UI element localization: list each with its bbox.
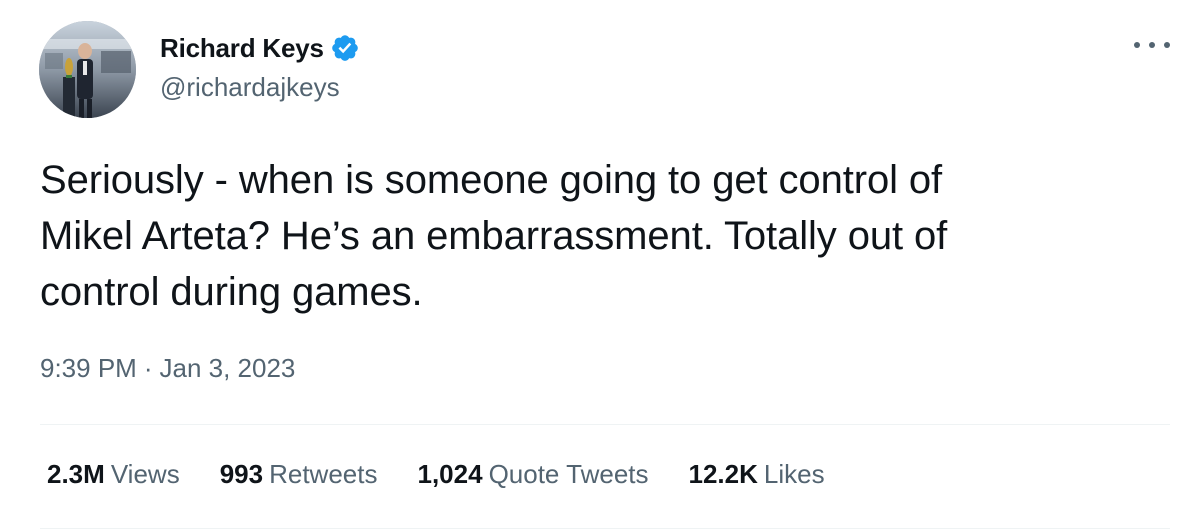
views-stat[interactable]: 2.3M Views [47, 459, 180, 490]
tweet-date[interactable]: Jan 3, 2023 [160, 353, 296, 384]
more-dot [1149, 42, 1155, 48]
likes-stat[interactable]: 12.2K Likes [689, 459, 825, 490]
tweet-time[interactable]: 9:39 PM [40, 353, 137, 384]
author-display-name[interactable]: Richard Keys [160, 33, 324, 64]
divider [40, 528, 1170, 529]
retweets-stat[interactable]: 993 Retweets [220, 459, 378, 490]
likes-count: 12.2K [688, 459, 758, 489]
likes-label: Likes [763, 459, 825, 489]
tweet-stats: 2.3M Views 993 Retweets 1,024 Quote Twee… [47, 459, 825, 490]
timestamp-separator: · [143, 353, 153, 383]
verified-badge-icon[interactable] [330, 33, 360, 63]
retweets-label: Retweets [269, 459, 378, 489]
tweet-timestamp[interactable]: 9:39 PM · Jan 3, 2023 [40, 353, 295, 384]
tweet-text: Seriously - when is someone going to get… [40, 158, 948, 314]
retweets-count: 993 [219, 459, 264, 489]
quote-tweets-count: 1,024 [417, 459, 483, 489]
avatar-photo-icon [39, 21, 136, 118]
author-handle[interactable]: @richardajkeys [160, 72, 340, 103]
author-name-row: Richard Keys [160, 31, 360, 65]
quote-tweets-stat[interactable]: 1,024 Quote Tweets [417, 459, 648, 490]
more-options-icon[interactable] [1134, 34, 1170, 56]
more-dot [1164, 42, 1170, 48]
views-label: Views [110, 459, 180, 489]
tweet-card: Richard Keys @richardajkeys Seriously - … [0, 0, 1198, 532]
views-count: 2.3M [47, 459, 105, 489]
quote-tweets-label: Quote Tweets [488, 459, 649, 489]
author-avatar[interactable] [39, 21, 136, 118]
more-dot [1134, 42, 1140, 48]
divider [40, 424, 1170, 425]
